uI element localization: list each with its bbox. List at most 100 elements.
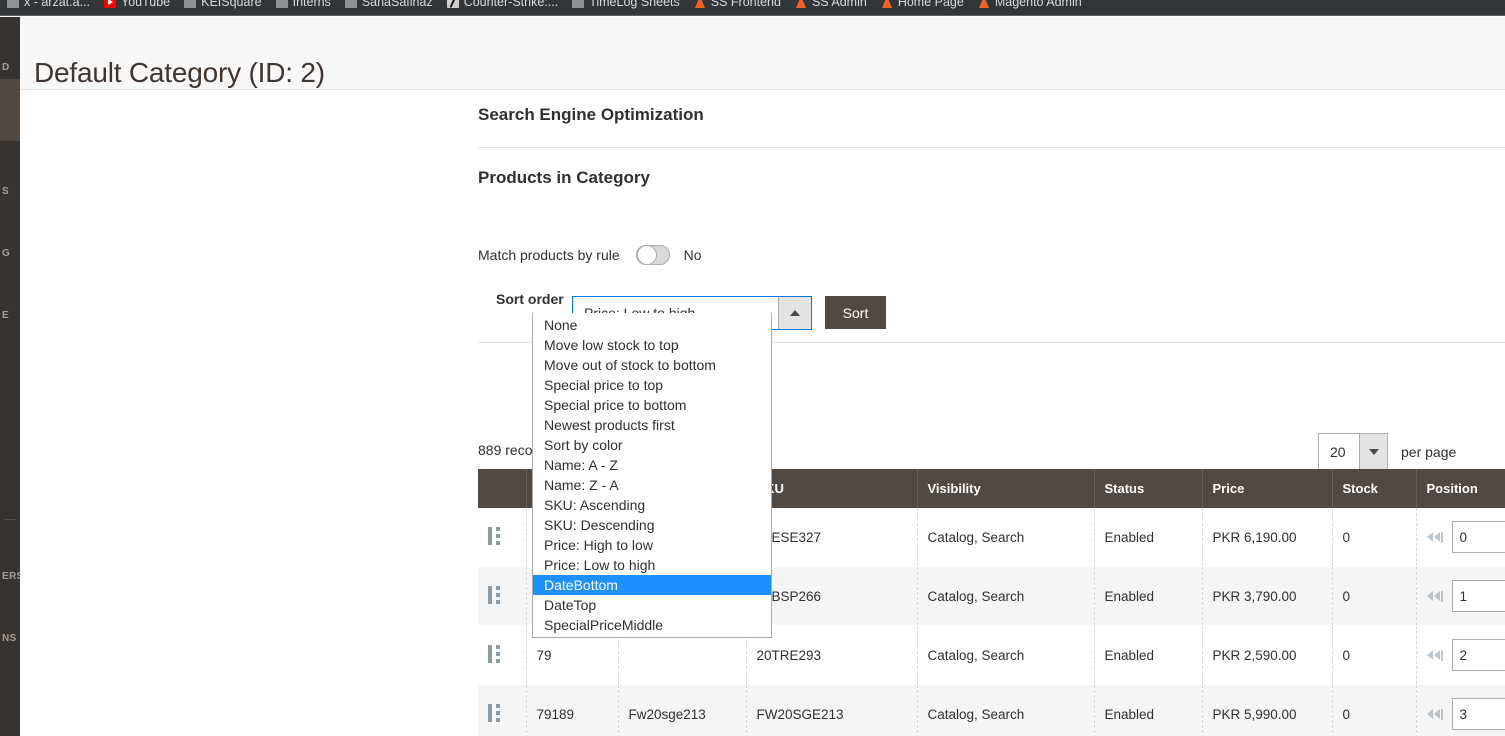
bookmark-item[interactable]: Home Page [874, 0, 971, 15]
sidebar-item[interactable] [0, 451, 20, 513]
magento-favicon [978, 0, 990, 8]
sort-order-option[interactable]: Name: Z - A [533, 475, 771, 495]
sidebar-item[interactable]: S [0, 141, 20, 203]
caret-up-glyph [790, 310, 800, 316]
bookmark-label: Magento Admin [994, 0, 1082, 9]
position-control [1426, 698, 1505, 730]
magento-favicon [881, 0, 893, 8]
sidebar-item-label: NS [2, 633, 17, 644]
per-page-select[interactable]: 20 [1318, 433, 1388, 471]
cell-visibility: Catalog, Search [917, 566, 1095, 626]
sort-button[interactable]: Sort [825, 296, 886, 329]
bookmark-item[interactable]: SS Admin [788, 0, 874, 15]
sidebar-item[interactable] [0, 79, 20, 141]
position-input[interactable] [1451, 521, 1505, 553]
bookmark-label: Interns [292, 0, 331, 9]
sort-order-label: Sort order [496, 291, 564, 307]
triangle-left-glyph [1426, 650, 1433, 660]
cell-position [1416, 625, 1505, 685]
position-input[interactable] [1451, 580, 1505, 612]
sort-order-option[interactable]: Price: High to low [533, 535, 771, 555]
position-input[interactable] [1451, 639, 1505, 671]
row-drag-cell [478, 508, 527, 567]
triangle-left-glyph [1426, 532, 1433, 542]
browser-bookmarks-bar: x - arzat.a... YouTube KEISquare Interns San… [0, 0, 1505, 16]
divider-line [478, 147, 1505, 148]
drag-handle-icon[interactable] [488, 526, 500, 545]
sidebar-item[interactable]: D [0, 17, 20, 79]
sort-order-option[interactable]: SKU: Ascending [533, 495, 771, 515]
sidebar-item[interactable] [0, 327, 20, 389]
cell-sku: FW20SGE213 [746, 684, 918, 736]
triangle-left-glyph-2 [1433, 591, 1440, 601]
sidebar-item[interactable]: ERS [0, 526, 20, 588]
drag-handle-icon[interactable] [488, 585, 500, 604]
chevron-up-icon[interactable] [778, 297, 811, 329]
grid-column-header: Stock [1332, 469, 1417, 508]
bookmark-item[interactable]: Interns [269, 0, 338, 15]
sidebar-item[interactable]: G [0, 203, 20, 265]
sort-order-option[interactable]: None [533, 315, 771, 335]
bookmark-item[interactable]: YouTube [97, 0, 177, 15]
bookmark-label: SanaSafinaz [361, 0, 433, 9]
bookmark-item[interactable]: SS Frontend [687, 0, 788, 15]
bookmark-label: TimeLog Sheets [589, 0, 680, 9]
sort-order-dropdown-list[interactable]: None Move low stock to top Move out of sto… [532, 313, 772, 638]
sidebar-divider [4, 519, 16, 520]
bookmark-item[interactable]: KEISquare [177, 0, 268, 15]
counterstrike-favicon [446, 0, 459, 8]
generic-favicon [184, 0, 197, 8]
chevron-down-icon[interactable] [1359, 434, 1387, 470]
drag-handle-icon[interactable] [488, 703, 500, 722]
sort-order-option[interactable]: DateTop [533, 595, 771, 615]
grid-column-header [478, 469, 527, 508]
sort-order-option[interactable]: Price: Low to high [533, 555, 771, 575]
cell-price: PKR 6,190.00 [1202, 508, 1333, 567]
sort-order-option[interactable]: Special price to bottom [533, 395, 771, 415]
sidebar-item[interactable] [0, 389, 20, 451]
sort-order-option[interactable]: SpecialPriceMiddle [533, 615, 771, 635]
sort-order-option[interactable]: Move low stock to top [533, 335, 771, 355]
per-page-control: 20 per page [1318, 433, 1456, 471]
move-to-top-icon[interactable] [1426, 531, 1444, 543]
toggle-knob [636, 245, 657, 265]
bookmark-item[interactable]: x - arzat.a... [0, 0, 97, 15]
triangle-left-glyph [1426, 591, 1433, 601]
move-to-top-icon[interactable] [1426, 649, 1444, 661]
page-header: Default Category (ID: 2) [20, 17, 1505, 90]
bookmark-item[interactable]: TimeLog Sheets [565, 0, 687, 15]
cell-stock: 0 [1332, 508, 1417, 567]
position-control [1426, 580, 1505, 612]
triangle-left-glyph-2 [1433, 709, 1440, 719]
bookmark-label: Home Page [897, 0, 964, 9]
drag-handle-icon[interactable] [488, 644, 500, 663]
move-to-top-icon[interactable] [1426, 590, 1444, 602]
match-rule-toggle[interactable] [635, 245, 670, 265]
sidebar-item-label: D [2, 62, 10, 73]
bookmark-item[interactable]: Counter-Strike:... [440, 0, 565, 15]
sort-order-option[interactable]: Newest products first [533, 415, 771, 435]
position-input[interactable] [1451, 698, 1505, 730]
grid-column-header: Visibility [917, 469, 1095, 508]
sidebar-item[interactable]: NS [0, 588, 20, 650]
admin-sidebar: D S G E ERS NS [0, 17, 20, 736]
generic-favicon [344, 0, 357, 8]
grid-column-header: Position [1416, 469, 1505, 508]
sort-order-option[interactable]: Special price to top [533, 375, 771, 395]
sort-order-option[interactable]: Name: A - Z [533, 455, 771, 475]
table-row[interactable]: 79189 Fw20sge213 FW20SGE213 Catalog, Search… [478, 684, 1505, 736]
sort-order-option[interactable]: DateBottom [533, 575, 771, 595]
bookmark-item[interactable]: Magento Admin [971, 0, 1089, 15]
move-to-top-icon[interactable] [1426, 708, 1444, 720]
cell-id: 79189 [526, 684, 619, 736]
sort-order-option[interactable]: Sort by color [533, 435, 771, 455]
sidebar-item[interactable]: E [0, 265, 20, 327]
bookmark-item[interactable]: SanaSafinaz [338, 0, 440, 15]
sort-order-option[interactable]: Move out of stock to bottom [533, 355, 771, 375]
sort-order-option[interactable]: SKU: Descending [533, 515, 771, 535]
cell-name: Fw20sge213 [618, 684, 747, 736]
magento-favicon [795, 0, 807, 8]
cell-price: PKR 3,790.00 [1202, 566, 1333, 626]
bookmark-label: SS Admin [811, 0, 867, 9]
cell-status: Enabled [1094, 508, 1203, 567]
